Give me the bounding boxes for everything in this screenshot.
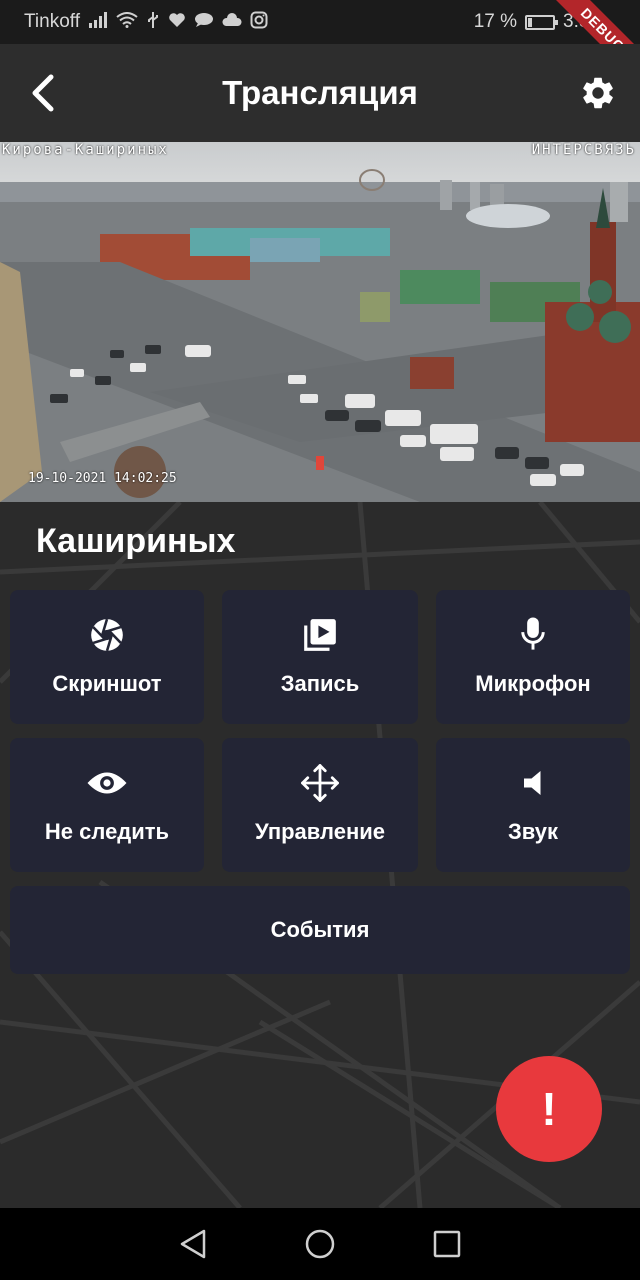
carrier-label: Tinkoff [24,11,80,32]
microphone-label: Микрофон [475,671,591,696]
play-library-icon [301,617,339,653]
system-navigation-bar [0,1208,640,1280]
record-label: Запись [280,671,360,696]
camera-video-feed[interactable]: Кирова-Кашириных ИНТЕРСВЯЗЬ 19-10-2021 1… [0,142,640,502]
microphone-icon [518,617,548,653]
sound-button[interactable]: Звук [436,738,630,872]
eye-icon [86,765,128,801]
events-label: События [270,917,370,942]
status-bar: Tinkoff 17 % 3:31 [0,0,640,44]
nav-recents-icon[interactable] [432,1229,462,1259]
microphone-button[interactable]: Микрофон [436,590,630,724]
exclamation-icon: ! [541,1083,557,1135]
control-label: Управление [254,819,385,844]
usb-icon [146,11,160,34]
video-timestamp: 19-10-2021 14:02:25 [28,471,177,486]
page-title: Трансляция [222,74,418,111]
camera-location-overlay: Кирова-Кашириных [2,142,169,158]
provider-overlay: ИНТЕРСВЯЗЬ [531,142,636,158]
battery-icon [525,14,559,30]
alert-fab-button[interactable]: ! [496,1056,602,1162]
heart-icon [168,12,186,33]
wifi-icon [116,11,138,33]
battery-percent: 17 % [473,11,518,32]
gear-icon [583,77,613,109]
settings-button[interactable] [576,70,620,116]
cloud-icon [222,12,242,32]
signal-icon [88,11,108,33]
sound-label: Звук [507,819,558,844]
street-camera-image [0,142,640,502]
camera-shutter-icon [88,617,126,653]
move-arrows-icon [299,764,341,802]
camera-name-heading: Кашириных [36,522,236,560]
control-button[interactable]: Управление [222,738,418,872]
screenshot-button[interactable]: Скриншот [10,590,204,724]
speaker-icon [520,765,546,801]
chat-icon [194,12,214,33]
chevron-left-icon [32,74,54,112]
dont-follow-label: Не следить [44,819,170,844]
screenshot-label: Скриншот [52,671,162,696]
nav-home-icon[interactable] [304,1228,336,1260]
instagram-icon [250,11,268,34]
events-button[interactable]: События [10,886,630,974]
app-bar: Трансляция [0,44,640,142]
nav-back-icon[interactable] [178,1228,208,1260]
record-button[interactable]: Запись [222,590,418,724]
camera-controls-panel: Кашириных Скриншот Запись Микрофон Не сл… [0,502,640,1208]
dont-follow-button[interactable]: Не следить [10,738,204,872]
back-button[interactable] [22,70,62,116]
